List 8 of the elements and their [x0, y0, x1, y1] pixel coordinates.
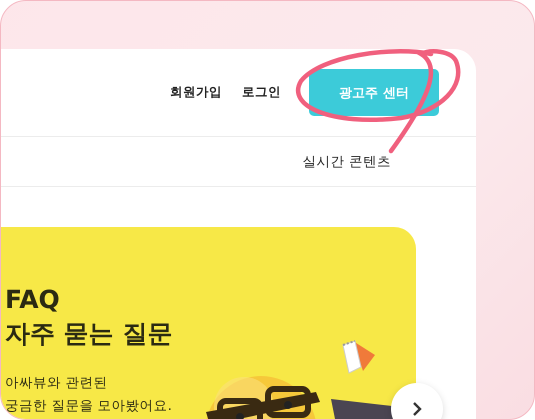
header-link[interactable]: 회원가입: [170, 84, 222, 101]
banner-heading: 자주 묻는 질문: [5, 318, 174, 350]
banner-description: 궁금한 질문을 모아봤어요.: [5, 397, 172, 416]
banner-description: 아싸뷰와 관련된: [5, 374, 108, 393]
banner-title: FAQ: [5, 284, 61, 316]
header-link[interactable]: 로그인: [242, 84, 281, 101]
chevron-right-icon: [411, 401, 423, 417]
nav-link[interactable]: 실시간 콘텐츠: [302, 152, 391, 170]
